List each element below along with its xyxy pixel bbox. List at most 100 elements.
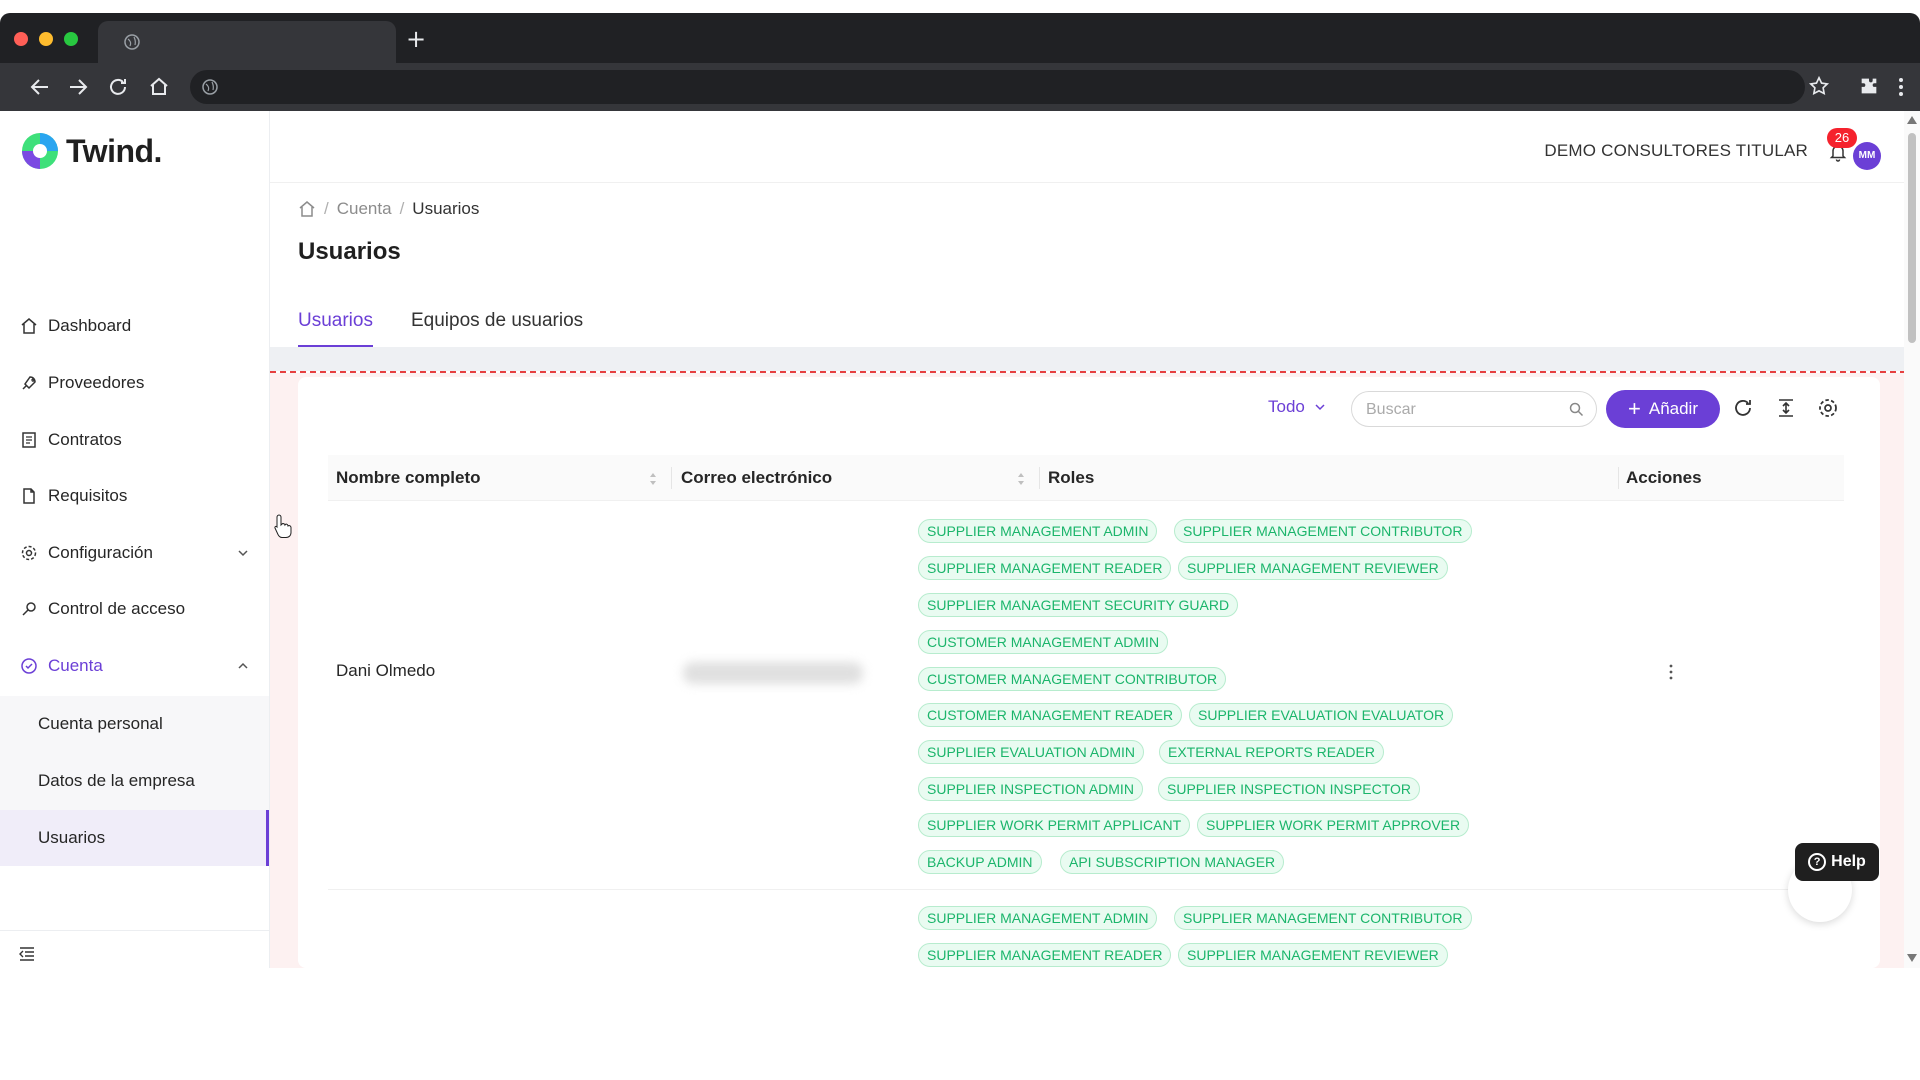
minimize-window-button[interactable] — [39, 32, 53, 46]
filter-dropdown[interactable]: Todo — [1268, 397, 1327, 417]
home-icon — [21, 318, 37, 334]
screen: + Twind. Dashboard Proveedores Contratos… — [0, 0, 1920, 1080]
tab-bar: Usuarios Equipos de usuarios — [298, 308, 621, 348]
browser-toolbar — [0, 63, 1920, 111]
filter-label: Todo — [1268, 397, 1305, 416]
tab-usuarios[interactable]: Usuarios — [298, 308, 373, 348]
globe-icon — [124, 34, 140, 50]
role-tag: SUPPLIER MANAGEMENT SECURITY GUARD — [918, 593, 1239, 617]
column-header-acciones: Acciones — [1626, 468, 1702, 487]
brand-name: Twind. — [66, 132, 162, 169]
forward-arrow-icon[interactable] — [66, 75, 90, 99]
breadcrumb-separator: / — [399, 199, 405, 218]
sidebar-item-usuarios[interactable]: Usuarios — [0, 810, 269, 866]
page-title: Usuarios — [298, 238, 401, 265]
role-tag: CUSTOMER MANAGEMENT READER — [918, 703, 1183, 727]
back-arrow-icon[interactable] — [28, 75, 52, 99]
search-input[interactable]: Buscar — [1351, 391, 1597, 427]
column-header-nombre[interactable]: Nombre completo — [328, 455, 481, 501]
twind-logo-icon — [22, 133, 58, 169]
contract-icon — [22, 432, 36, 448]
sidebar-item-dashboard[interactable]: Dashboard — [0, 298, 270, 354]
brand-logo[interactable]: Twind. — [20, 131, 162, 171]
breadcrumb: / Cuenta / Usuarios — [298, 199, 479, 219]
role-tag: SUPPLIER EVALUATION EVALUATOR — [1189, 703, 1454, 727]
close-window-button[interactable] — [14, 32, 28, 46]
new-tab-button[interactable]: + — [406, 27, 426, 51]
role-tag: SUPPLIER MANAGEMENT READER — [918, 556, 1172, 580]
file-icon — [23, 488, 35, 504]
gear-icon[interactable] — [1817, 397, 1839, 419]
row-divider — [328, 889, 1844, 890]
add-user-button[interactable]: + Añadir — [1606, 390, 1720, 428]
app: Twind. Dashboard Proveedores Contratos R… — [0, 111, 1920, 968]
maximize-window-button[interactable] — [64, 32, 78, 46]
reload-icon[interactable] — [106, 75, 130, 99]
search-icon[interactable] — [1569, 402, 1584, 417]
table-header: Nombre completo Correo electrónico Roles… — [328, 455, 1844, 501]
sidebar-item-requisitos[interactable]: Requisitos — [0, 468, 270, 524]
role-tag: SUPPLIER MANAGEMENT REVIEWER — [1178, 556, 1448, 580]
app-header: DEMO CONSULTORES TITULAR 26 MM — [270, 111, 1920, 183]
sidebar-item-label: Cuenta — [48, 656, 103, 675]
sidebar-item-label: Contratos — [48, 430, 122, 449]
account-icon — [21, 658, 37, 674]
sidebar-item-cuenta-personal[interactable]: Cuenta personal — [0, 696, 269, 752]
site-info-icon[interactable] — [202, 79, 218, 95]
row-actions-menu-icon[interactable] — [1668, 663, 1674, 681]
sidebar-item-datos-empresa[interactable]: Datos de la empresa — [0, 753, 269, 809]
sidebar-item-proveedores[interactable]: Proveedores — [0, 355, 270, 411]
sidebar-submenu-cuenta: Cuenta personal Datos de la empresa Usua… — [0, 696, 269, 866]
plus-icon: + — [1628, 396, 1641, 421]
sidebar-item-label: Requisitos — [48, 486, 128, 505]
role-tag: BACKUP ADMIN — [918, 850, 1042, 874]
browser-tabstrip: + — [0, 13, 1920, 63]
avatar[interactable]: MM — [1853, 142, 1881, 170]
help-button[interactable]: ? Help — [1795, 843, 1879, 881]
sidebar-item-contratos[interactable]: Contratos — [0, 412, 270, 468]
scroll-up-arrow[interactable] — [1907, 116, 1917, 124]
column-header-correo[interactable]: Correo electrónico — [673, 455, 832, 501]
users-table-card: Todo Buscar + Añadir Nombre completo Cor… — [298, 377, 1880, 968]
sidebar-item-cuenta[interactable]: Cuenta — [0, 638, 270, 694]
breadcrumb-cuenta[interactable]: Cuenta — [337, 199, 392, 219]
page-scrollbar[interactable] — [1904, 111, 1920, 968]
chevron-down-icon — [238, 550, 248, 557]
help-question-icon: ? — [1808, 853, 1827, 871]
sidebar-divider — [0, 930, 269, 931]
add-label: Añadir — [1648, 399, 1698, 418]
role-tag: API SUBSCRIPTION MANAGER — [1060, 850, 1285, 874]
hand-cursor-icon — [274, 514, 292, 538]
collapse-sidebar-icon[interactable] — [18, 945, 36, 963]
sort-icon[interactable] — [648, 471, 658, 487]
sort-icon[interactable] — [1016, 471, 1026, 487]
refresh-icon[interactable] — [1732, 397, 1754, 419]
browser-tab[interactable] — [98, 21, 396, 63]
home-browser-icon[interactable] — [147, 75, 171, 99]
address-bar[interactable] — [190, 70, 1805, 104]
column-header-roles: Roles — [1048, 468, 1095, 487]
role-tag: CUSTOMER MANAGEMENT ADMIN — [918, 630, 1169, 654]
sidebar: Twind. Dashboard Proveedores Contratos R… — [0, 111, 270, 968]
sidebar-item-configuracion[interactable]: Configuración — [0, 525, 270, 581]
bookmark-star-icon[interactable] — [1808, 75, 1830, 97]
breadcrumb-separator: / — [324, 199, 329, 218]
home-icon[interactable] — [298, 200, 316, 218]
company-name[interactable]: DEMO CONSULTORES TITULAR — [1544, 141, 1808, 161]
notification-badge: 26 — [1827, 128, 1857, 148]
role-tag: SUPPLIER MANAGEMENT CONTRIBUTOR — [1174, 906, 1472, 930]
gear-icon — [21, 545, 37, 561]
role-tag: SUPPLIER MANAGEMENT REVIEWER — [1178, 943, 1448, 967]
extensions-puzzle-icon[interactable] — [1858, 75, 1880, 97]
sidebar-item-label: Dashboard — [48, 316, 132, 335]
help-label: Help — [1831, 853, 1866, 870]
role-tag: SUPPLIER MANAGEMENT READER — [918, 943, 1172, 967]
row-density-icon[interactable] — [1775, 397, 1797, 419]
browser-menu-icon[interactable] — [1893, 75, 1909, 99]
breadcrumb-current: Usuarios — [412, 199, 480, 218]
tab-equipos-de-usuarios[interactable]: Equipos de usuarios — [411, 308, 583, 348]
role-tag: SUPPLIER INSPECTION ADMIN — [918, 777, 1143, 801]
scrollbar-thumb[interactable] — [1908, 133, 1916, 343]
scroll-down-arrow[interactable] — [1907, 954, 1917, 962]
sidebar-item-control-de-acceso[interactable]: Control de acceso — [0, 581, 270, 637]
